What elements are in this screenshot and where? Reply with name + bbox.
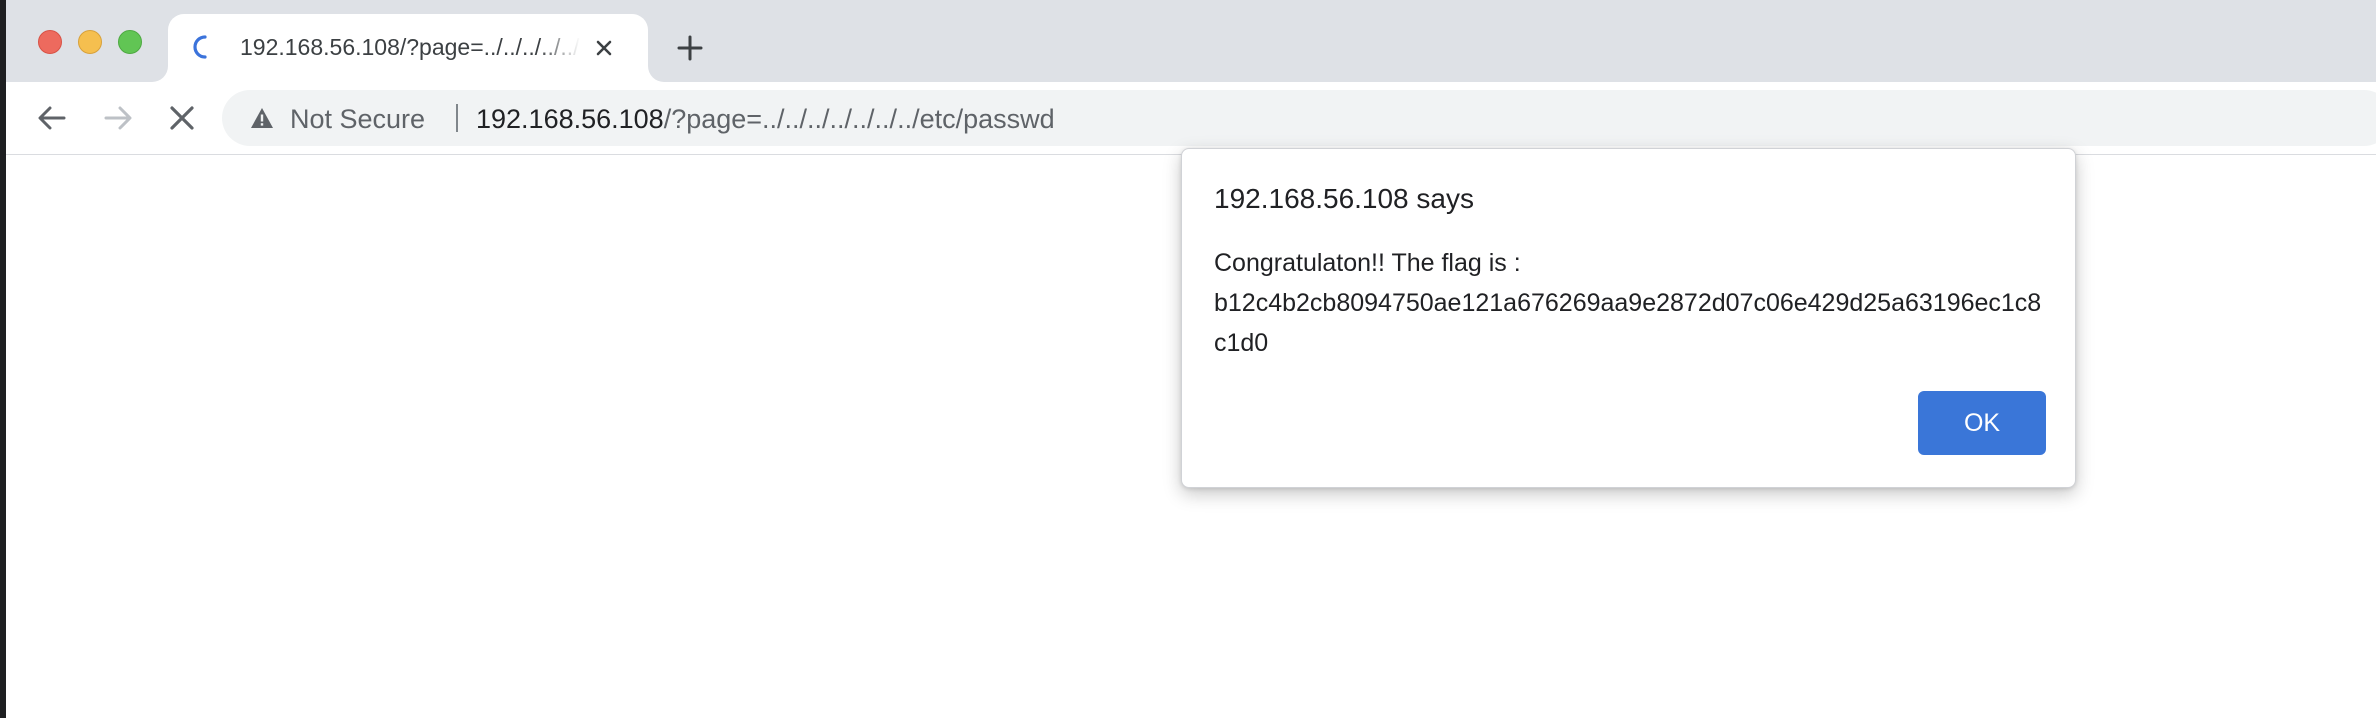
address-bar[interactable]: Not Secure 192.168.56.108/?page=../../..… <box>222 90 2376 146</box>
alert-dialog: 192.168.56.108 says Congratulaton!! The … <box>1181 148 2076 488</box>
security-label[interactable]: Not Secure <box>290 104 425 135</box>
dialog-message: Congratulaton!! The flag is : b12c4b2cb80… <box>1214 243 2044 363</box>
dialog-message-label: Congratulaton!! The flag is : <box>1214 249 1521 277</box>
browser-window: 192.168.56.108/?page=../../../../../../.… <box>0 0 2376 718</box>
arrow-back-icon[interactable] <box>34 100 70 136</box>
dialog-message-flag: b12c4b2cb8094750ae121a676269aa9e2872d07c… <box>1214 289 2042 357</box>
window-maximize-button[interactable] <box>118 30 142 54</box>
url-host: 192.168.56.108 <box>476 104 664 134</box>
ok-button[interactable]: OK <box>1918 391 2046 455</box>
url-path: /?page=../../../../../../../etc/passwd <box>663 104 1055 134</box>
address-bar-divider <box>456 104 458 132</box>
tab-title: 192.168.56.108/?page=../../../../../../.… <box>240 34 580 60</box>
url-text[interactable]: 192.168.56.108/?page=../../../../../../.… <box>476 104 1055 135</box>
window-minimize-button[interactable] <box>78 30 102 54</box>
arrow-forward-icon[interactable] <box>100 100 136 136</box>
tab-active[interactable]: 192.168.56.108/?page=../../../../../../.… <box>168 14 648 82</box>
dialog-title: 192.168.56.108 says <box>1214 183 1474 214</box>
loading-spinner-icon <box>190 34 216 60</box>
tab-strip: 192.168.56.108/?page=../../../../../../.… <box>6 0 2376 82</box>
window-close-button[interactable] <box>38 30 62 54</box>
browser-toolbar: Not Secure 192.168.56.108/?page=../../..… <box>6 82 2376 155</box>
stop-x-icon[interactable] <box>164 100 200 136</box>
plus-icon[interactable] <box>674 32 706 64</box>
close-icon[interactable] <box>592 36 616 60</box>
warning-triangle-icon[interactable] <box>250 107 274 129</box>
